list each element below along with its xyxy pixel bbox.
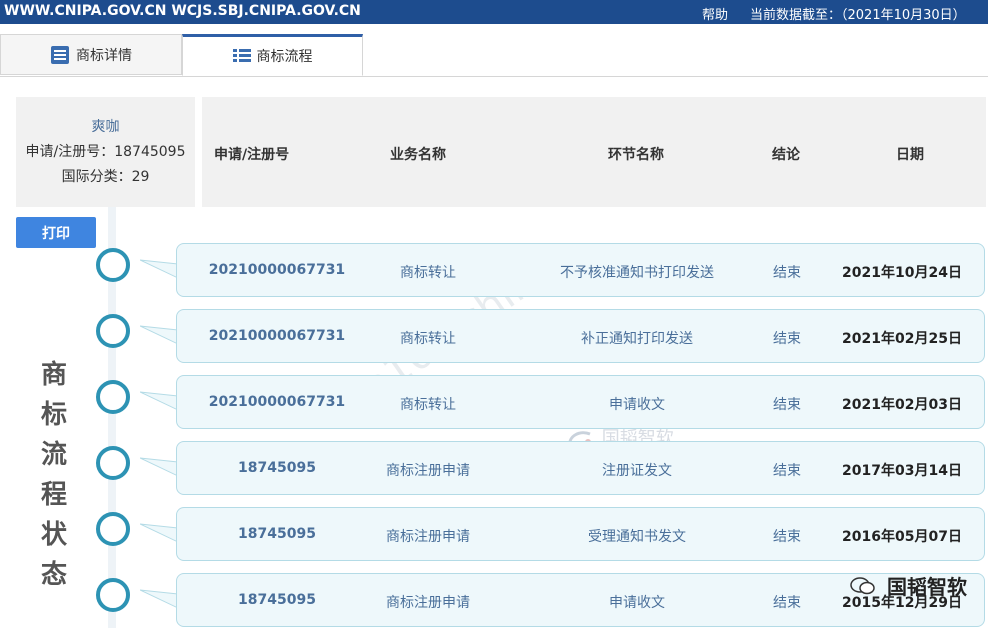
side-char: 流 bbox=[40, 440, 67, 470]
side-char: 态 bbox=[40, 560, 67, 590]
row-business: 商标转让 bbox=[400, 397, 456, 413]
row-result: 结束 bbox=[773, 265, 801, 281]
row-reg-no: 18745095 bbox=[238, 460, 316, 476]
row-node: 不予核准通知书打印发送 bbox=[560, 265, 714, 281]
side-char: 商 bbox=[40, 360, 67, 390]
row-reg-no: 20210000067731 bbox=[208, 262, 346, 278]
row-pointer bbox=[140, 391, 178, 411]
row-node: 申请收文 bbox=[609, 595, 665, 611]
timeline-node-icon bbox=[96, 314, 130, 348]
data-as-of: 当前数据截至：（2021年10月30日） bbox=[750, 8, 966, 23]
row-pointer bbox=[140, 589, 178, 609]
row-pointer bbox=[140, 457, 178, 477]
site-urls: WWW.CNIPA.GOV.CN WCJS.SBJ.CNIPA.GOV.CN bbox=[4, 3, 361, 19]
tab-label: 商标流程 bbox=[256, 49, 313, 65]
row-date: 2021年02月25日 bbox=[842, 331, 962, 347]
process-row[interactable]: 20210000067731 商标转让 不予核准通知书打印发送 结束 2021年… bbox=[176, 243, 985, 297]
print-button[interactable]: 打印 bbox=[16, 217, 96, 248]
timeline-node-icon bbox=[96, 446, 130, 480]
table-header: 申请/注册号 业务名称 环节名称 结论 日期 bbox=[202, 97, 986, 207]
top-bar: WWW.CNIPA.GOV.CN WCJS.SBJ.CNIPA.GOV.CN 帮… bbox=[0, 0, 988, 24]
row-pointer bbox=[140, 325, 178, 345]
tab-label: 商标详情 bbox=[76, 47, 132, 64]
row-node: 受理通知书发文 bbox=[588, 529, 686, 545]
header-reg-no: 申请/注册号 bbox=[214, 147, 290, 163]
process-row[interactable]: 20210000067731 商标转让 申请收文 结束 2021年02月03日 bbox=[176, 375, 985, 429]
list-icon bbox=[50, 45, 70, 65]
row-result: 结束 bbox=[773, 595, 801, 611]
header-result: 结论 bbox=[772, 147, 800, 163]
tab-trademark-details[interactable]: 商标详情 bbox=[0, 34, 182, 75]
help-link[interactable]: 帮助 bbox=[702, 4, 728, 23]
row-node: 注册证发文 bbox=[602, 463, 672, 479]
timeline-node-icon bbox=[96, 578, 130, 612]
registration-number: 申请/注册号：18745095 bbox=[25, 144, 186, 160]
side-char: 状 bbox=[40, 520, 67, 550]
row-business: 商标注册申请 bbox=[386, 529, 470, 545]
international-class: 国际分类：29 bbox=[61, 169, 150, 185]
tab-bar: 商标详情 商标流程 bbox=[0, 34, 988, 77]
process-status-label: 商 标 流 程 状 态 bbox=[38, 355, 70, 595]
timeline-node-icon bbox=[96, 380, 130, 414]
side-char: 程 bbox=[40, 480, 67, 510]
header-date: 日期 bbox=[896, 147, 924, 163]
row-pointer bbox=[140, 259, 178, 279]
row-date: 2021年02月03日 bbox=[842, 397, 962, 413]
row-business: 商标注册申请 bbox=[386, 595, 470, 611]
row-reg-no: 18745095 bbox=[238, 526, 316, 542]
row-result: 结束 bbox=[773, 529, 801, 545]
row-reg-no: 20210000067731 bbox=[208, 328, 346, 344]
process-row[interactable]: 18745095 商标注册申请 申请收文 结束 2015年12月29日 bbox=[176, 573, 985, 627]
process-row[interactable]: 20210000067731 商标转让 补正通知打印发送 结束 2021年02月… bbox=[176, 309, 985, 363]
row-reg-no: 20210000067731 bbox=[208, 394, 346, 410]
side-char: 标 bbox=[40, 400, 67, 430]
header-node: 环节名称 bbox=[608, 147, 664, 163]
row-date: 2017年03月14日 bbox=[842, 463, 962, 479]
row-business: 商标转让 bbox=[400, 265, 456, 281]
bullet-list-icon bbox=[232, 48, 251, 64]
process-row[interactable]: 18745095 商标注册申请 注册证发文 结束 2017年03月14日 bbox=[176, 441, 985, 495]
row-pointer bbox=[140, 523, 178, 543]
row-node: 补正通知打印发送 bbox=[581, 331, 693, 347]
trademark-name: 爽咖 bbox=[91, 119, 120, 135]
row-business: 商标注册申请 bbox=[386, 463, 470, 479]
row-date: 2021年10月24日 bbox=[842, 265, 962, 281]
trademark-info-box: 爽咖 申请/注册号：18745095 国际分类：29 bbox=[16, 97, 195, 207]
row-date: 2016年05月07日 bbox=[842, 529, 962, 545]
row-business: 商标转让 bbox=[400, 331, 456, 347]
process-row[interactable]: 18745095 商标注册申请 受理通知书发文 结束 2016年05月07日 bbox=[176, 507, 985, 561]
timeline-node-icon bbox=[96, 512, 130, 546]
row-result: 结束 bbox=[773, 463, 801, 479]
timeline-node-icon bbox=[96, 248, 130, 282]
row-result: 结束 bbox=[773, 331, 801, 347]
row-result: 结束 bbox=[773, 397, 801, 413]
row-date: 2015年12月29日 bbox=[842, 595, 962, 611]
tab-trademark-process[interactable]: 商标流程 bbox=[182, 34, 363, 76]
header-business: 业务名称 bbox=[390, 147, 446, 163]
row-reg-no: 18745095 bbox=[238, 592, 316, 608]
row-node: 申请收文 bbox=[609, 397, 665, 413]
